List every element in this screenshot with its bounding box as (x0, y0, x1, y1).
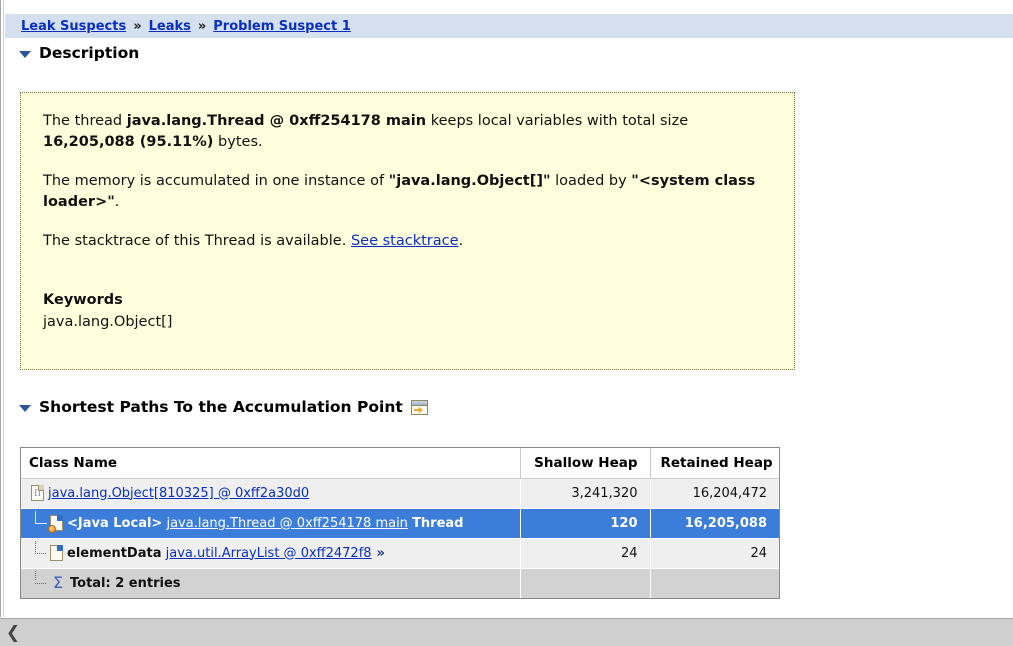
scroll-left-arrow-icon[interactable]: ❮ (0, 618, 26, 646)
desc-p3-text-b: . (458, 233, 464, 250)
breadcrumb-link-leaks[interactable]: Leaks (149, 19, 191, 34)
triangle-down-icon[interactable] (19, 404, 31, 412)
cell-retained-heap: 16,205,088 (650, 508, 779, 539)
object-instance-icon (50, 545, 63, 561)
object-instance-icon (48, 515, 63, 533)
description-paragraph-3: The stacktrace of this Thread is availab… (43, 231, 772, 252)
cell-retained-heap (650, 568, 779, 598)
desc-p2-text-e: . (114, 194, 120, 211)
breadcrumb-separator: » (133, 18, 142, 34)
desc-p1-size: 16,205,088 (95.11%) (43, 134, 214, 151)
description-section-header[interactable]: Description (19, 44, 139, 62)
shortest-paths-title: Shortest Paths To the Accumulation Point (39, 398, 403, 416)
tree-branch-icon (31, 511, 49, 533)
table-row-total: Σ Total: 2 entries (21, 568, 779, 598)
triangle-down-icon[interactable] (19, 50, 31, 58)
window-left-border-inner (3, 0, 4, 617)
desc-p1-thread: java.lang.Thread @ 0xff254178 main (126, 113, 427, 129)
column-header-retained-heap[interactable]: Retained Heap (650, 448, 779, 479)
row-object-link[interactable]: java.lang.Thread @ 0xff254178 main (166, 516, 407, 531)
see-stacktrace-link[interactable]: See stacktrace (351, 233, 459, 249)
table-row[interactable]: [] java.lang.Object[810325] @ 0xff2a30d0… (21, 478, 779, 509)
row-object-link[interactable]: java.lang.Object[810325] @ 0xff2a30d0 (48, 486, 309, 501)
tree-last-branch-icon (31, 571, 49, 593)
column-header-class-name[interactable]: Class Name (21, 448, 521, 479)
breadcrumb-separator: » (197, 18, 207, 34)
description-paragraph-2: The memory is accumulated in one instanc… (43, 171, 772, 213)
description-title: Description (39, 44, 140, 62)
row-more-chevron-icon[interactable]: » (377, 546, 385, 561)
class-object-icon: [] (31, 485, 44, 501)
keywords-title: Keywords (43, 292, 123, 309)
sigma-icon: Σ (52, 573, 64, 592)
table-row[interactable]: elementData java.util.ArrayList @ 0xff24… (21, 538, 779, 569)
description-paragraph-1: The thread java.lang.Thread @ 0xff254178… (43, 111, 772, 153)
row-field-prefix: elementData (67, 545, 162, 561)
cell-class-name[interactable]: <Java Local> java.lang.Thread @ 0xff2541… (21, 508, 521, 539)
row-object-link[interactable]: java.util.ArrayList @ 0xff2472f8 (166, 546, 372, 561)
shortest-paths-table: Class Name Shallow Heap Retained Heap []… (20, 447, 780, 599)
window-left-border (0, 0, 1, 617)
mat-leak-report-page: Leak Suspects » Leaks » Problem Suspect … (0, 0, 1013, 646)
desc-p1-text-a: The thread (43, 113, 127, 129)
cell-shallow-heap (520, 568, 651, 598)
cell-retained-heap: 24 (650, 538, 779, 569)
breadcrumb-link-leak-suspects[interactable]: Leak Suspects (21, 19, 126, 34)
breadcrumb: Leak Suspects » Leaks » Problem Suspect … (5, 14, 1013, 38)
breadcrumb-link-problem-suspect-1[interactable]: Problem Suspect 1 (213, 19, 351, 34)
row-type-suffix: Thread (412, 515, 464, 531)
cell-class-name[interactable]: elementData java.util.ArrayList @ 0xff24… (21, 538, 521, 569)
table-header-row: Class Name Shallow Heap Retained Heap (21, 448, 779, 479)
desc-p2-text-c: loaded by (550, 173, 632, 190)
cell-shallow-heap: 3,241,320 (520, 478, 651, 509)
watermark: CSDN @qq_39093474 (832, 618, 1001, 636)
desc-p1-text-c: keeps local variables with total size (426, 113, 689, 129)
description-box: The thread java.lang.Thread @ 0xff254178… (20, 92, 795, 370)
row-field-prefix: <Java Local> (67, 515, 163, 531)
cell-shallow-heap: 120 (520, 508, 651, 539)
open-in-new-window-icon[interactable] (410, 399, 428, 415)
cell-class-name[interactable]: [] java.lang.Object[810325] @ 0xff2a30d0 (21, 478, 521, 509)
desc-p3-text-a: The stacktrace of this Thread is availab… (43, 233, 351, 250)
desc-p2-classname: "java.lang.Object[]" (388, 173, 551, 190)
total-label: Total: 2 entries (70, 575, 181, 591)
tree-branch-icon (31, 541, 49, 563)
shortest-paths-section-header[interactable]: Shortest Paths To the Accumulation Point (19, 398, 428, 416)
cell-class-name: Σ Total: 2 entries (21, 568, 521, 598)
desc-p1-text-e: bytes. (213, 134, 263, 151)
column-header-shallow-heap[interactable]: Shallow Heap (520, 448, 651, 479)
cell-retained-heap: 16,204,472 (650, 478, 779, 509)
keywords-value: java.lang.Object[] (43, 314, 173, 331)
table-row-selected[interactable]: <Java Local> java.lang.Thread @ 0xff2541… (21, 508, 779, 539)
desc-p2-text-a: The memory is accumulated in one instanc… (43, 173, 389, 190)
cell-shallow-heap: 24 (520, 538, 651, 569)
